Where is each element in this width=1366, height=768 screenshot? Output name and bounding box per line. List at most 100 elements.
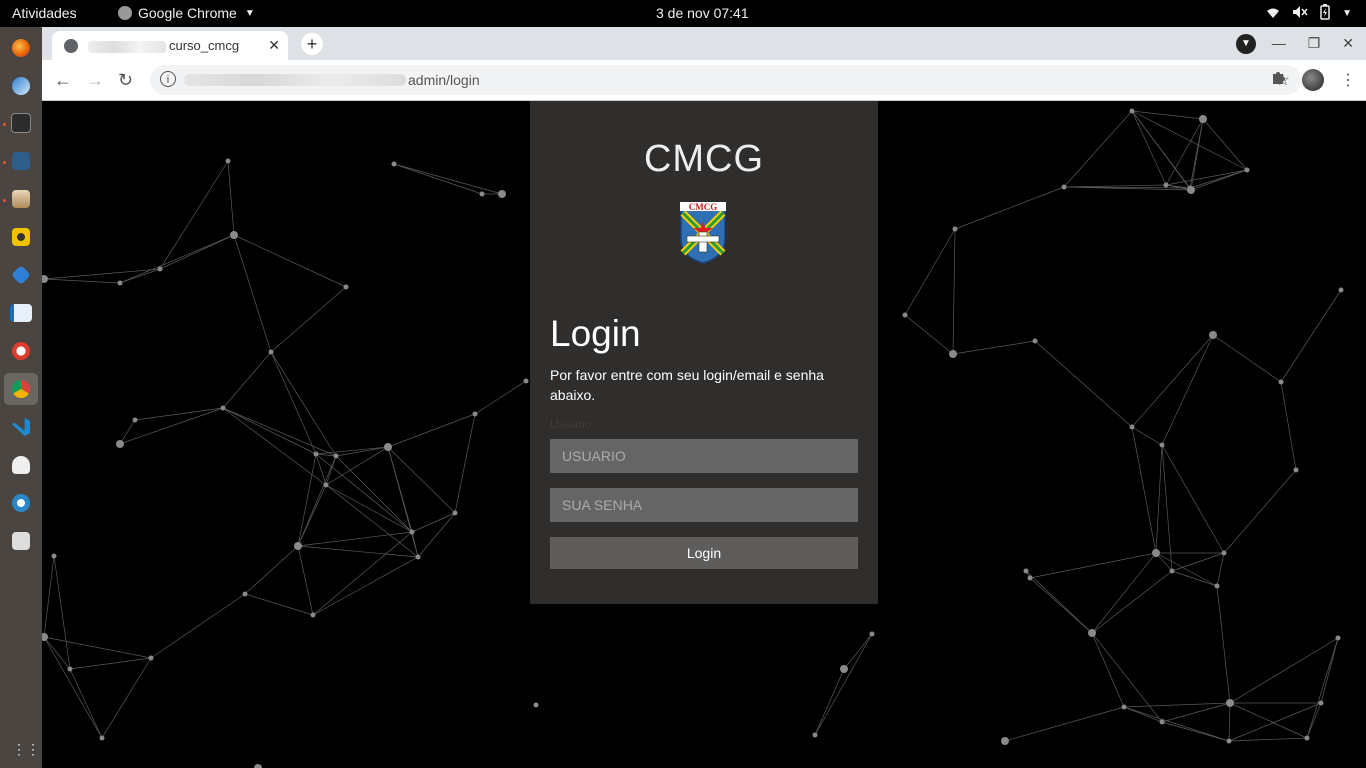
network-edge	[387, 446, 456, 514]
network-edge	[814, 668, 845, 736]
chevron-down-icon: ▼	[244, 7, 255, 19]
network-node	[1226, 699, 1234, 707]
network-node	[452, 510, 458, 516]
terminal-icon[interactable]	[8, 110, 34, 136]
wifi-icon	[1266, 6, 1280, 22]
network-edge	[1131, 110, 1248, 171]
network-edge	[270, 351, 337, 457]
network-node	[268, 349, 274, 355]
system-monitor-icon[interactable]	[8, 148, 34, 174]
network-node	[1163, 182, 1169, 188]
network-node	[148, 655, 154, 661]
network-node	[1199, 115, 1207, 123]
network-node	[343, 284, 349, 290]
more-menu-icon[interactable]: ⋮	[1340, 70, 1356, 90]
site-info-icon[interactable]: i	[160, 71, 176, 87]
new-tab-button[interactable]: +	[301, 33, 323, 55]
network-node	[1061, 184, 1067, 190]
network-node	[409, 529, 415, 535]
battery-charging-icon	[1320, 4, 1330, 23]
network-node	[1221, 550, 1227, 556]
url-text: admin/login	[408, 72, 480, 88]
network-node	[869, 631, 875, 637]
firefox-icon[interactable]	[8, 35, 34, 61]
network-node	[1278, 379, 1284, 385]
software-updater-icon[interactable]	[8, 490, 34, 516]
password-input[interactable]	[550, 488, 858, 522]
network-node	[1121, 704, 1127, 710]
network-node	[99, 735, 105, 741]
clock[interactable]: 3 de nov 07:41	[656, 5, 749, 21]
installer-icon[interactable]	[8, 528, 34, 554]
gimp-icon[interactable]	[8, 452, 34, 478]
network-edge	[393, 163, 503, 195]
system-top-bar: Atividades Google Chrome ▼ 3 de nov 07:4…	[0, 0, 1366, 27]
network-edge	[150, 593, 246, 659]
network-edge	[393, 163, 483, 195]
network-edge	[1190, 169, 1248, 191]
network-node	[323, 482, 329, 488]
network-edge	[233, 234, 347, 288]
minimize-icon[interactable]: —	[1272, 35, 1286, 52]
network-edge	[270, 286, 347, 353]
cmcg-emblem-logo: CMCG	[680, 202, 726, 264]
app-launcher-icon[interactable]	[8, 262, 34, 288]
network-edge	[227, 160, 235, 236]
network-edge	[1161, 444, 1173, 572]
login-instructions: Por favor entre com seu login/email e se…	[550, 367, 824, 403]
network-node	[1244, 167, 1250, 173]
network-node	[391, 161, 397, 167]
network-edge	[411, 512, 456, 533]
extensions-icon[interactable]	[1270, 70, 1286, 91]
network-edge	[69, 657, 152, 670]
tab-title: curso_cmcg	[88, 38, 258, 53]
network-edge	[43, 555, 55, 638]
login-button[interactable]: Login	[550, 537, 858, 569]
vscode-icon[interactable]	[8, 414, 34, 440]
back-icon[interactable]: ←	[54, 70, 72, 91]
network-edge	[69, 668, 103, 739]
network-edge	[1123, 706, 1230, 742]
writer-icon[interactable]	[8, 300, 34, 326]
files-icon[interactable]	[8, 186, 34, 212]
network-node	[1293, 467, 1299, 473]
network-edge	[1280, 381, 1297, 471]
network-edge	[1212, 334, 1282, 383]
username-input[interactable]	[550, 439, 858, 473]
help-icon[interactable]	[8, 338, 34, 364]
network-edge	[101, 657, 152, 739]
network-edge	[1025, 570, 1093, 634]
profile-avatar[interactable]	[1302, 69, 1324, 91]
page-viewport: CMCG CMCG Login Por favor entre com seu …	[42, 101, 1366, 768]
app-menu[interactable]: Google Chrome ▼	[118, 5, 255, 21]
system-tray[interactable]: ▼	[1266, 4, 1352, 23]
network-edge	[1131, 110, 1167, 186]
network-edge	[1171, 570, 1218, 587]
login-panel: CMCG CMCG Login Por favor entre com seu …	[530, 101, 878, 604]
thunderbird-icon[interactable]	[8, 73, 34, 99]
network-edge	[297, 453, 317, 547]
activities-button[interactable]: Atividades	[12, 5, 77, 21]
network-node	[230, 231, 238, 239]
network-node	[384, 443, 392, 451]
network-node	[1335, 635, 1341, 641]
network-node	[254, 764, 262, 768]
network-edge	[325, 484, 413, 533]
close-tab-icon[interactable]: ✕	[268, 37, 280, 54]
reload-icon[interactable]: ↻	[118, 70, 133, 91]
browser-tab[interactable]: curso_cmcg ✕	[52, 31, 288, 60]
network-edge	[1155, 444, 1163, 554]
close-window-icon[interactable]: ✕	[1342, 35, 1354, 52]
restore-icon[interactable]: ❐	[1308, 35, 1321, 52]
rhythmbox-icon[interactable]	[8, 224, 34, 250]
network-edge	[1029, 577, 1093, 634]
forward-icon[interactable]: →	[86, 70, 104, 91]
chrome-icon[interactable]	[4, 373, 38, 405]
network-node	[157, 266, 163, 272]
network-node	[472, 411, 478, 417]
address-bar[interactable]: i admin/login ☆	[150, 65, 1302, 95]
network-edge	[297, 545, 419, 558]
network-edge	[1216, 552, 1225, 587]
tab-search-icon[interactable]: ▼	[1236, 34, 1256, 54]
network-edge	[1131, 110, 1192, 191]
